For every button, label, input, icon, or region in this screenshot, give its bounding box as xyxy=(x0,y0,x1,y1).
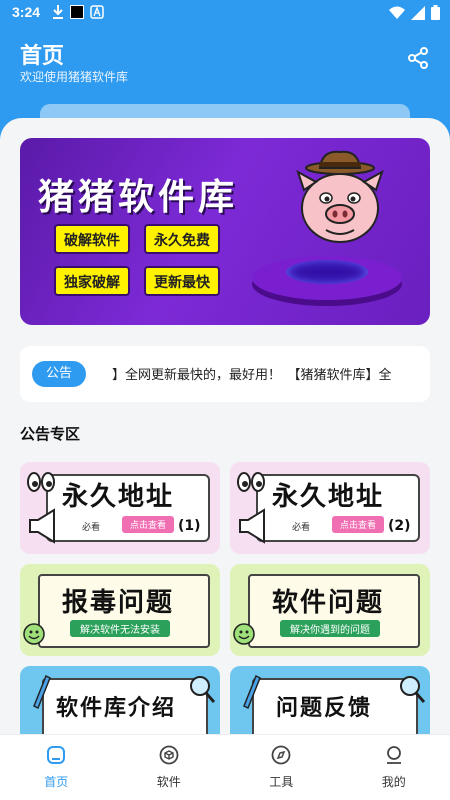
section-title: 公告专区 xyxy=(20,425,81,443)
tile-action: 点击查看 xyxy=(332,516,385,533)
megaphone-icon xyxy=(239,508,265,544)
tile-title: 软件问题 xyxy=(272,588,385,618)
bottom-tab-bar: 首页 软件 工具 我的 xyxy=(0,734,450,800)
tab-label: 首页 xyxy=(44,775,69,789)
tile-note: 必看 xyxy=(292,523,311,533)
home-icon xyxy=(47,746,66,764)
tile-permanent-address-1[interactable]: 永久地址 必看 点击查看 (1) xyxy=(20,462,220,554)
pencil-icon xyxy=(33,674,51,710)
system-icons xyxy=(389,5,440,20)
banner-title: 猪猪软件库 xyxy=(38,177,239,218)
tab-label: 工具 xyxy=(269,775,294,789)
banner-tag: 独家破解 xyxy=(54,266,130,296)
tile-number: (1) xyxy=(178,518,201,534)
tile-title: 永久地址 xyxy=(62,482,175,512)
notice-marquee-text: 】全网更新最快的，最好用！ 【猪猪软件库】全 xyxy=(112,368,392,383)
page-title: 首页 xyxy=(20,44,65,69)
tab-software[interactable]: 软件 xyxy=(113,735,226,800)
eyes-icon xyxy=(237,472,265,492)
promo-banner[interactable]: 猪猪软件库 破解软件 永久免费 独家破解 更新最快 xyxy=(20,138,430,325)
notice-badge: 公告 xyxy=(32,361,87,387)
smiley-icon xyxy=(23,623,45,645)
tile-action: 点击查看 xyxy=(122,516,175,533)
tile-subtitle: 解决软件无法安装 xyxy=(70,620,170,637)
magnifier-icon xyxy=(190,676,216,703)
banner-tag: 永久免费 xyxy=(144,224,220,254)
tile-note: 必看 xyxy=(82,523,101,533)
tile-title: 软件库介绍 xyxy=(56,696,177,721)
tab-tools[interactable]: 工具 xyxy=(225,735,338,800)
download-icon xyxy=(53,5,63,19)
compass-icon xyxy=(271,745,291,765)
app-header: 首页 欢迎使用猪猪软件库 xyxy=(0,26,450,116)
page-subtitle: 欢迎使用猪猪软件库 xyxy=(20,70,129,84)
banner-tag: 破解软件 xyxy=(54,224,130,254)
wifi-icon xyxy=(389,6,405,19)
banner-tag: 更新最快 xyxy=(144,266,220,296)
tile-title: 问题反馈 xyxy=(276,696,373,721)
a-letter-icon xyxy=(90,5,104,19)
pig-mascot-icon xyxy=(296,150,384,243)
smiley-icon xyxy=(233,623,255,645)
tab-home[interactable]: 首页 xyxy=(0,735,113,800)
main-content: 猪猪软件库 破解软件 永久免费 独家破解 更新最快 公告 】全网更新最快的，最好… xyxy=(0,118,450,800)
status-bar: 3:24 xyxy=(0,0,450,26)
notice-bar[interactable]: 公告 】全网更新最快的，最好用！ 【猪猪软件库】全 xyxy=(20,346,430,402)
tile-virus-warning[interactable]: 报毒问题 解决软件无法安装 xyxy=(20,564,220,656)
tab-label: 我的 xyxy=(381,775,406,789)
tile-software-issues[interactable]: 软件问题 解决你遇到的问题 xyxy=(230,564,430,656)
status-time: 3:24 xyxy=(12,4,41,20)
user-icon xyxy=(386,746,401,764)
eyes-icon xyxy=(27,472,55,492)
stage-glow xyxy=(286,260,368,284)
tile-subtitle: 解决你遇到的问题 xyxy=(280,620,380,637)
app-notification-icon xyxy=(70,5,84,19)
magnifier-icon xyxy=(400,676,426,703)
share-icon[interactable] xyxy=(406,46,430,70)
tab-label: 软件 xyxy=(156,775,181,789)
signal-icon xyxy=(411,5,425,20)
tab-mine[interactable]: 我的 xyxy=(338,735,450,800)
cube-icon xyxy=(159,745,179,765)
tile-permanent-address-2[interactable]: 永久地址 必看 点击查看 (2) xyxy=(230,462,430,554)
notification-icons xyxy=(52,5,104,19)
tile-number: (2) xyxy=(388,518,411,534)
tile-title: 报毒问题 xyxy=(62,588,175,618)
battery-icon xyxy=(431,5,440,20)
pencil-icon xyxy=(243,674,261,710)
megaphone-icon xyxy=(29,508,55,544)
tile-title: 永久地址 xyxy=(272,482,385,512)
